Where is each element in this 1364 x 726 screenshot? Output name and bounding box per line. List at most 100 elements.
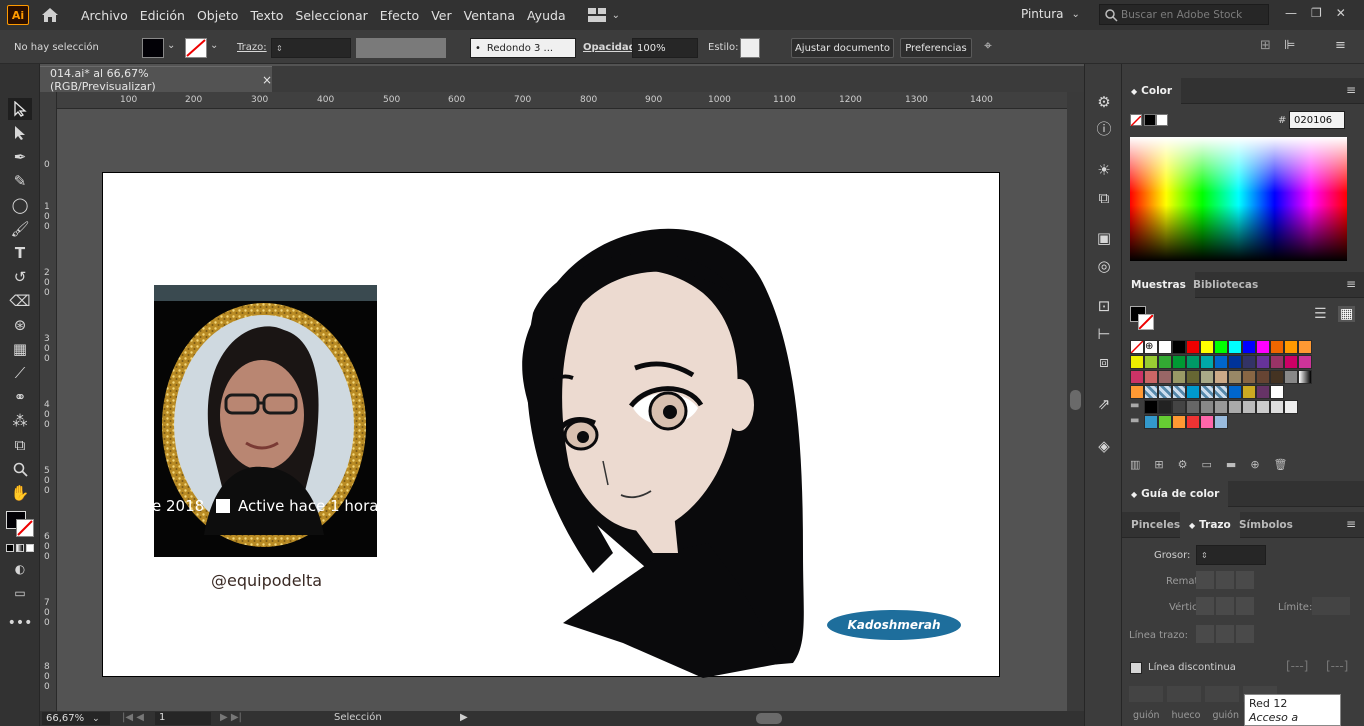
hex-input[interactable]: 020106 — [1289, 111, 1345, 129]
curvature-tool-icon[interactable]: ✎ — [8, 170, 32, 192]
swatch-library-icon[interactable]: ▥ — [1130, 458, 1140, 471]
screen-mode-icon[interactable]: ▭ — [8, 582, 32, 604]
stepper-icon[interactable]: ⇕ — [1201, 551, 1208, 560]
artboard-tool-icon[interactable]: ⧉ — [8, 434, 32, 456]
blend-tool-icon[interactable]: ⚭ — [8, 386, 32, 408]
swatch[interactable] — [1270, 385, 1284, 399]
chevron-down-icon[interactable]: ⌄ — [167, 40, 175, 51]
swatch[interactable] — [1130, 370, 1144, 384]
align-inside-icon[interactable] — [1216, 625, 1234, 643]
panel-menu-icon[interactable]: ≡ — [1346, 517, 1356, 531]
white-swatch[interactable] — [1156, 114, 1168, 126]
variable-width-profile[interactable] — [356, 38, 446, 58]
color-mode-buttons[interactable] — [6, 544, 34, 552]
swatch[interactable] — [1144, 370, 1158, 384]
color-mode-icon[interactable] — [6, 544, 14, 552]
search-input[interactable]: Buscar en Adobe Stock — [1121, 9, 1242, 21]
swatch[interactable] — [1242, 385, 1256, 399]
swatch[interactable] — [1214, 340, 1228, 354]
swatch[interactable] — [1186, 340, 1200, 354]
profile-photo[interactable]: e 2018 Active hace 1 hora — [154, 285, 377, 557]
dash-preserve-icon[interactable]: [‐‐‐] — [1286, 659, 1308, 673]
stroke-weight-input[interactable]: ⇕ — [1196, 545, 1266, 565]
eraser-tool-icon[interactable]: ⌫ — [8, 290, 32, 312]
color-spectrum[interactable] — [1130, 137, 1347, 261]
stroke-color-swatch[interactable] — [185, 38, 207, 58]
align-center-icon[interactable] — [1196, 625, 1214, 643]
swatch[interactable] — [1228, 385, 1242, 399]
none-mode-icon[interactable] — [26, 544, 34, 552]
menu-efecto[interactable]: Efecto — [374, 8, 425, 23]
more-tools-icon[interactable]: ••• — [8, 612, 33, 634]
artboard-number-field[interactable]: 1 — [155, 712, 211, 725]
swatch[interactable] — [1256, 370, 1270, 384]
signature-badge[interactable]: Kadoshmerah — [827, 610, 961, 640]
distribute-icon[interactable]: ⊫ — [1284, 38, 1295, 53]
swatch[interactable] — [1144, 385, 1158, 399]
swatch[interactable] — [1242, 370, 1256, 384]
delete-swatch-icon[interactable]: 🗑 — [1274, 458, 1288, 471]
swatch[interactable] — [1228, 340, 1242, 354]
vertical-scrollbar[interactable] — [1067, 92, 1084, 712]
rotate-tool-icon[interactable]: ↺ — [8, 266, 32, 288]
next-artboard-icon[interactable]: ▶ ▶| — [220, 712, 242, 723]
align-outside-icon[interactable] — [1236, 625, 1254, 643]
menu-ventana[interactable]: Ventana — [458, 8, 521, 23]
swatch[interactable] — [1172, 415, 1186, 429]
lasso-tool-icon[interactable]: ⊛ — [8, 314, 32, 336]
stock-search[interactable]: Buscar en Adobe Stock — [1099, 4, 1269, 25]
new-color-group-icon[interactable]: ▭ — [1202, 458, 1212, 471]
character-illustration[interactable] — [503, 223, 923, 678]
stroke-swatch[interactable] — [16, 519, 34, 537]
swatch[interactable] — [1214, 370, 1228, 384]
document-tab[interactable]: 014.ai* al 66,67% (RGB/Previsualizar) × — [40, 66, 272, 93]
swatch[interactable] — [1172, 340, 1186, 354]
close-icon[interactable]: ✕ — [1336, 6, 1346, 20]
swatch[interactable] — [1214, 355, 1228, 369]
chevron-down-icon[interactable]: ⌄ — [210, 40, 218, 51]
minimize-icon[interactable]: — — [1285, 6, 1297, 20]
scroll-thumb[interactable] — [1070, 390, 1081, 410]
close-document-icon[interactable]: × — [262, 73, 272, 87]
menu-archivo[interactable]: Archivo — [75, 8, 134, 23]
panel-menu-icon[interactable]: ≡ — [1346, 277, 1356, 291]
swatch[interactable]: ⊕ — [1144, 340, 1158, 354]
info-icon[interactable]: ⓘ — [1094, 118, 1114, 138]
swatch[interactable] — [1284, 370, 1298, 384]
swatch[interactable]: ▬ — [1130, 415, 1144, 429]
swatch[interactable] — [1270, 400, 1284, 414]
panel-menu-icon[interactable]: ≡ — [1346, 83, 1356, 97]
preferences-button[interactable]: Preferencias — [900, 38, 972, 58]
artboard[interactable]: e 2018 Active hace 1 hora @equipodelta K… — [102, 172, 1000, 678]
swatch[interactable] — [1256, 400, 1270, 414]
show-kinds-icon[interactable]: ⊞ — [1154, 458, 1163, 471]
swatch[interactable] — [1298, 355, 1312, 369]
swatch[interactable] — [1200, 385, 1214, 399]
transparency-icon[interactable]: ◎ — [1094, 256, 1114, 276]
swatch[interactable] — [1200, 355, 1214, 369]
vertical-ruler[interactable]: 0 1 0 0 2 0 0 3 0 0 4 0 0 5 0 0 6 0 0 7 … — [40, 92, 57, 712]
export-icon[interactable]: ⧉ — [1094, 188, 1114, 208]
transform-panel-icon[interactable]: ⊡ — [1094, 296, 1114, 316]
type-tool-icon[interactable]: T — [8, 242, 32, 264]
swatch[interactable] — [1214, 415, 1228, 429]
gradient-panel-icon[interactable]: ▣ — [1094, 228, 1114, 248]
workspace-switcher[interactable]: Pintura ⌄ — [1021, 7, 1080, 21]
swatch[interactable] — [1214, 400, 1228, 414]
asset-export-icon[interactable]: ⇗ — [1094, 394, 1114, 414]
new-swatch-icon[interactable]: ⊕ — [1250, 458, 1259, 471]
swatch[interactable] — [1228, 370, 1242, 384]
properties-icon[interactable]: ⚙ — [1094, 92, 1114, 112]
swatch[interactable] — [1284, 400, 1298, 414]
pen-tool-icon[interactable]: ✒ — [8, 146, 32, 168]
menu-texto[interactable]: Texto — [244, 8, 289, 23]
pathfinder-icon[interactable]: ⧈ — [1094, 352, 1114, 372]
swatch[interactable] — [1172, 370, 1186, 384]
align-panel-icon[interactable]: ⊢ — [1094, 324, 1114, 344]
gradient-mode-icon[interactable] — [16, 544, 24, 552]
stroke-weight-field[interactable]: ⇕ — [271, 38, 351, 58]
dash-input[interactable] — [1205, 686, 1239, 702]
swatch[interactable] — [1158, 370, 1172, 384]
butt-cap-icon[interactable] — [1196, 571, 1214, 589]
bevel-join-icon[interactable] — [1236, 597, 1254, 615]
